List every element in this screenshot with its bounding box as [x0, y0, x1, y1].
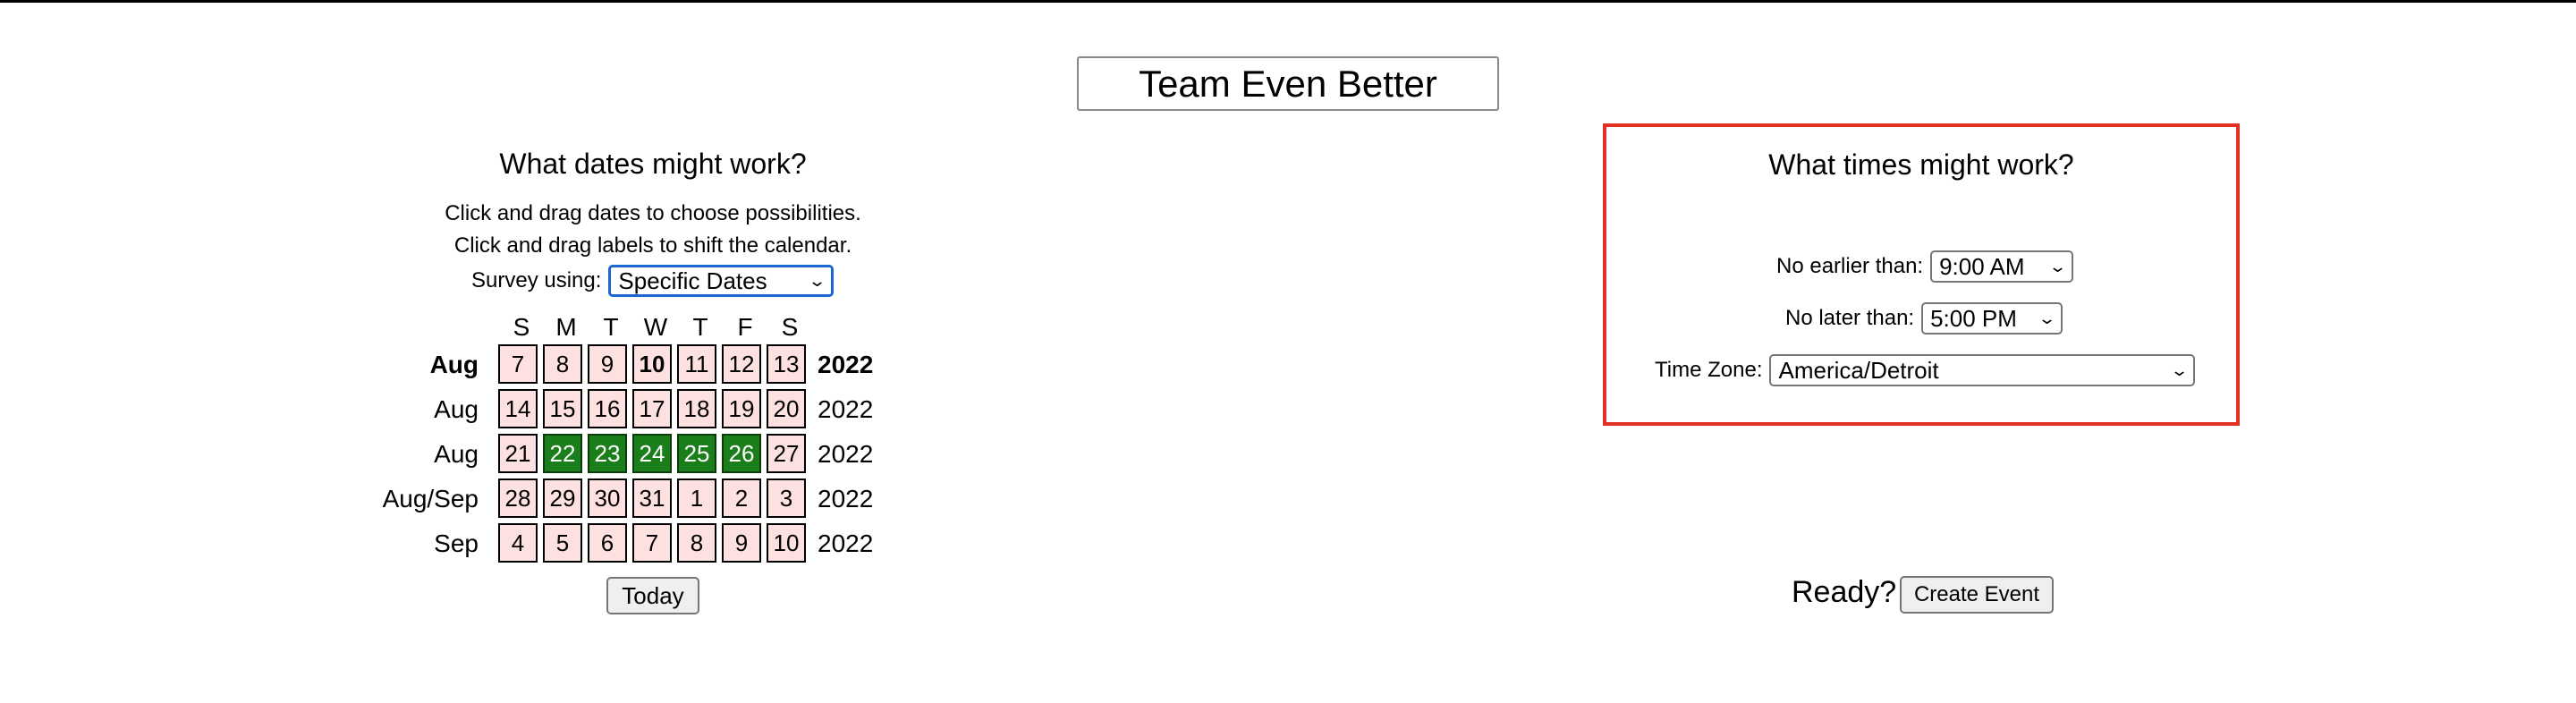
date-cell[interactable]: 4	[498, 523, 538, 563]
date-cell[interactable]: 15	[543, 389, 582, 428]
week-cells: 7 8 9 10 11 12 13	[498, 344, 811, 384]
month-label[interactable]: Aug	[434, 434, 479, 475]
date-cell[interactable]: 3	[767, 479, 806, 518]
date-cell[interactable]: 2	[722, 479, 761, 518]
timezone-value: America/Detroit	[1778, 356, 1939, 384]
date-cell[interactable]: 17	[632, 389, 672, 428]
weekday-label: W	[643, 313, 668, 341]
weekday-header: S M T W T F S	[499, 313, 812, 342]
weekday-label: F	[737, 313, 753, 341]
weekday-label: S	[513, 313, 530, 341]
survey-label: Survey using:	[471, 268, 602, 292]
date-cell[interactable]: 9	[588, 344, 627, 384]
timezone-row: Time Zone: America/Detroit ⌄	[1655, 354, 2196, 386]
year-label[interactable]: 2022	[818, 523, 873, 564]
date-cell[interactable]: 24	[632, 434, 672, 473]
times-panel: What times might work? No earlier than: …	[1603, 123, 2240, 426]
event-title-input[interactable]: Team Even Better	[1077, 56, 1499, 111]
instruction-labels: Click and drag labels to shift the calen…	[453, 233, 852, 258]
week-cells: 28 29 30 31 1 2 3	[498, 479, 811, 518]
calendar-row: Sep 4 5 6 7 8 9 10 2022	[340, 523, 966, 564]
ready-label: Ready?	[1792, 575, 1897, 609]
latest-label: No later than:	[1785, 306, 1915, 330]
month-label[interactable]: Aug/Sep	[383, 479, 479, 520]
earliest-select[interactable]: 9:00 AM ⌄	[1930, 250, 2074, 283]
weekday-label: M	[555, 313, 577, 341]
date-cell[interactable]: 10	[767, 523, 806, 563]
weekday-label: T	[603, 313, 619, 341]
year-label[interactable]: 2022	[818, 479, 873, 520]
date-cell[interactable]: 20	[767, 389, 806, 428]
date-cell[interactable]: 18	[677, 389, 716, 428]
weekday-label: T	[692, 313, 708, 341]
date-cell[interactable]: 28	[498, 479, 538, 518]
survey-select[interactable]: Specific Dates ⌄	[608, 265, 835, 297]
instruction-dates: Click and drag dates to choose possibili…	[445, 201, 861, 225]
date-cell[interactable]: 5	[543, 523, 582, 563]
dates-heading: What dates might work?	[499, 148, 807, 180]
calendar-row: Aug 7 8 9 10 11 12 13 2022	[340, 344, 966, 385]
date-cell[interactable]: 25	[677, 434, 716, 473]
date-cell[interactable]: 19	[722, 389, 761, 428]
year-label[interactable]: 2022	[818, 434, 873, 475]
earliest-row: No earlier than: 9:00 AM ⌄	[1776, 250, 2074, 283]
timezone-label: Time Zone:	[1655, 358, 1763, 382]
calendar-row: Aug 21 22 23 24 25 26 27 2022	[340, 434, 966, 475]
date-cell[interactable]: 29	[543, 479, 582, 518]
week-cells: 4 5 6 7 8 9 10	[498, 523, 811, 563]
date-cell[interactable]: 7	[498, 344, 538, 384]
earliest-label: No earlier than:	[1776, 254, 1924, 278]
times-heading: What times might work?	[1768, 148, 2074, 181]
date-cell[interactable]: 1	[677, 479, 716, 518]
survey-select-value: Specific Dates	[618, 267, 767, 294]
survey-row: Survey using: Specific Dates ⌄	[471, 265, 835, 297]
chevron-down-icon: ⌄	[2170, 360, 2190, 379]
date-cell[interactable]: 12	[722, 344, 761, 384]
week-cells: 14 15 16 17 18 19 20	[498, 389, 811, 428]
date-cell[interactable]: 8	[543, 344, 582, 384]
date-cell[interactable]: 9	[722, 523, 761, 563]
date-cell[interactable]: 27	[767, 434, 806, 473]
year-label[interactable]: 2022	[818, 389, 873, 430]
date-cell[interactable]: 8	[677, 523, 716, 563]
calendar-row: Aug 14 15 16 17 18 19 20 2022	[340, 389, 966, 430]
date-cell[interactable]: 14	[498, 389, 538, 428]
month-label[interactable]: Aug	[434, 389, 479, 430]
date-cell[interactable]: 11	[677, 344, 716, 384]
month-label[interactable]: Aug	[430, 344, 479, 385]
top-border	[0, 0, 2576, 3]
date-cell[interactable]: 23	[588, 434, 627, 473]
calendar-row: Aug/Sep 28 29 30 31 1 2 3 2022	[340, 479, 966, 520]
date-cell[interactable]: 7	[632, 523, 672, 563]
date-cell[interactable]: 16	[588, 389, 627, 428]
date-cell[interactable]: 22	[543, 434, 582, 473]
year-label[interactable]: 2022	[818, 344, 873, 385]
chevron-down-icon: ⌄	[808, 271, 827, 290]
date-cell[interactable]: 6	[588, 523, 627, 563]
month-label[interactable]: Sep	[434, 523, 479, 564]
chevron-down-icon: ⌄	[2037, 309, 2057, 327]
chevron-down-icon: ⌄	[2047, 257, 2068, 275]
today-button[interactable]: Today	[606, 577, 699, 614]
date-cell[interactable]: 10	[632, 344, 672, 384]
latest-row: No later than: 5:00 PM ⌄	[1785, 302, 2063, 335]
date-cell[interactable]: 26	[722, 434, 761, 473]
earliest-value: 9:00 AM	[1939, 252, 2025, 280]
latest-select[interactable]: 5:00 PM ⌄	[1921, 302, 2063, 335]
date-cell[interactable]: 30	[588, 479, 627, 518]
create-event-button[interactable]: Create Event	[1900, 576, 2054, 614]
date-cell[interactable]: 31	[632, 479, 672, 518]
week-cells: 21 22 23 24 25 26 27	[498, 434, 811, 473]
date-cell[interactable]: 13	[767, 344, 806, 384]
weekday-label: S	[781, 313, 799, 341]
timezone-select[interactable]: America/Detroit ⌄	[1769, 354, 2196, 386]
date-cell[interactable]: 21	[498, 434, 538, 473]
latest-value: 5:00 PM	[1930, 304, 2017, 332]
